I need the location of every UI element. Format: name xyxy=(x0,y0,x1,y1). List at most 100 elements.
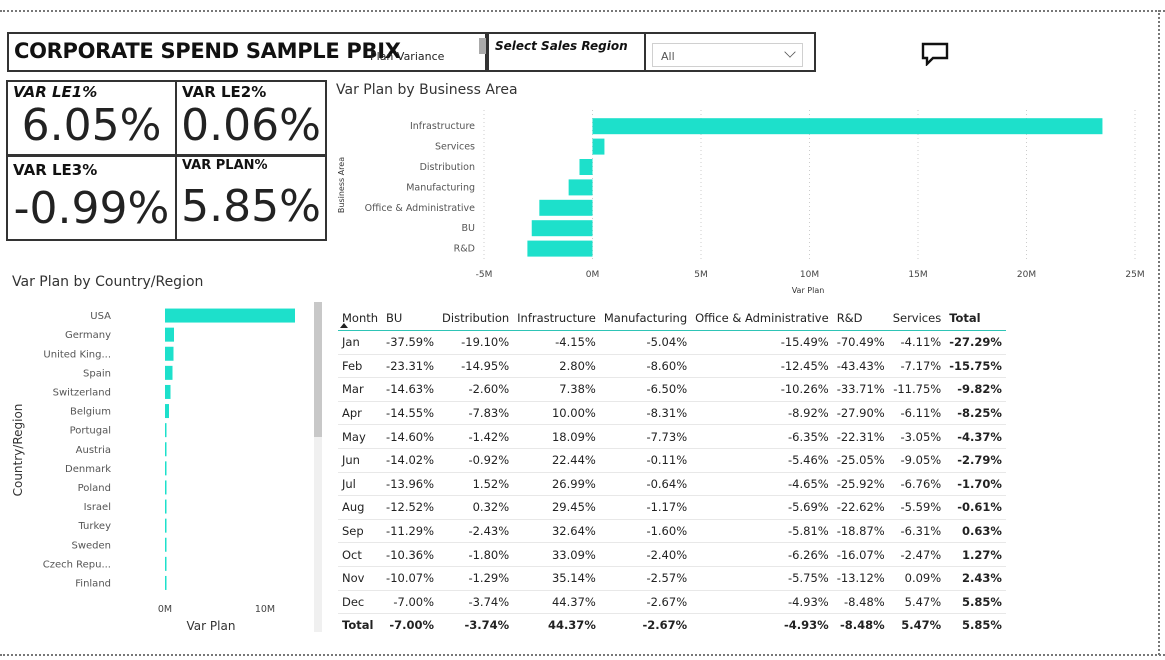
table-cell: -5.04% xyxy=(599,330,692,355)
table-cell: 44.37% xyxy=(513,590,600,615)
kpi-card-le2[interactable]: VAR LE2% 0.06% xyxy=(175,80,327,156)
table-cell: -9.82% xyxy=(945,377,1006,402)
table-row[interactable]: Jan -37.59% -19.10% -4.15% -5.04% -15.49% -70.… xyxy=(338,330,1006,355)
table-cell: -9.05% xyxy=(888,448,946,473)
table-cell: May xyxy=(338,424,383,449)
table-cell: 33.09% xyxy=(513,542,600,567)
table-row[interactable]: May -14.60% -1.42% 18.09% -7.73% -6.35% -22.31… xyxy=(338,424,1006,449)
table-cell: -7.17% xyxy=(888,354,946,379)
kpi-card-le1[interactable]: VAR LE1% 6.05% xyxy=(6,80,177,156)
table-cell: -2.79% xyxy=(945,448,1006,473)
region-dropdown[interactable]: All xyxy=(652,43,803,67)
table-cell: 10.00% xyxy=(513,401,600,426)
table-cell: -7.00% xyxy=(382,613,439,637)
y-category-label: Infrastructure xyxy=(410,121,475,132)
table-cell: 18.09% xyxy=(513,424,600,449)
column-header-services[interactable]: Services xyxy=(889,306,946,331)
column-header-bu[interactable]: BU xyxy=(382,306,438,331)
title-scrollbar[interactable] xyxy=(479,38,486,54)
y-category-label: Austria xyxy=(76,445,111,456)
table-cell: -12.45% xyxy=(691,354,833,379)
table-cell: -15.75% xyxy=(945,354,1006,379)
table-row[interactable]: Apr -14.55% -7.83% 10.00% -8.31% -8.92% -27.90… xyxy=(338,401,1006,426)
y-axis-title: Country/Region xyxy=(11,404,25,497)
table-cell: Jun xyxy=(338,448,383,473)
table-cell: 5.47% xyxy=(888,590,946,615)
table-cell: -4.15% xyxy=(513,330,600,355)
table-cell: Mar xyxy=(338,377,383,402)
x-tick-label: 5M xyxy=(694,270,708,280)
y-category-label: Sweden xyxy=(71,540,111,551)
table-cell: -27.29% xyxy=(945,330,1006,355)
bar-belgium xyxy=(165,404,169,419)
table-cell: -2.60% xyxy=(438,377,514,402)
bar-denmark xyxy=(165,461,167,476)
y-category-label: Poland xyxy=(78,483,111,494)
table-cell: 2.43% xyxy=(945,566,1006,591)
region-dropdown-value: All xyxy=(661,50,675,63)
table-row[interactable]: Dec -7.00% -3.74% 44.37% -2.67% -4.93% -8.48% 5… xyxy=(338,590,1006,615)
column-header-office-administrative[interactable]: Office & Administrative xyxy=(691,306,833,331)
y-category-label: Manufacturing xyxy=(406,182,475,193)
bar-switzerland xyxy=(165,384,171,399)
table-cell: -16.07% xyxy=(832,542,889,567)
table-cell: 44.37% xyxy=(513,613,600,637)
table-row[interactable]: Aug -12.52% 0.32% 29.45% -1.17% -5.69% -22.62%… xyxy=(338,495,1006,520)
table-cell: -3.74% xyxy=(438,590,514,615)
table-scrollbar-thumb[interactable] xyxy=(314,302,322,437)
table-row[interactable]: Jul -13.96% 1.52% 26.99% -0.64% -4.65% -25.92%… xyxy=(338,472,1006,497)
kpi-card-plan[interactable]: VAR PLAN% 5.85% xyxy=(175,155,327,241)
table-cell: -19.10% xyxy=(438,330,514,355)
table-cell: Total xyxy=(338,613,383,637)
column-header-distribution[interactable]: Distribution xyxy=(438,306,513,331)
table-cell: -14.60% xyxy=(382,424,439,449)
y-category-label: Services xyxy=(435,142,475,153)
table-total-row[interactable]: Total -7.00% -3.74% 44.37% -2.67% -4.93% -8.48… xyxy=(338,613,1006,637)
table-cell: Jan xyxy=(338,330,383,355)
column-header-manufacturing[interactable]: Manufacturing xyxy=(600,306,691,331)
column-header-month[interactable]: Month xyxy=(338,306,382,331)
x-tick-label: 25M xyxy=(1125,270,1144,280)
bar-israel xyxy=(165,499,167,514)
table-cell: Nov xyxy=(338,566,383,591)
table-cell: -22.31% xyxy=(832,424,889,449)
table-header-row: Month BU Distribution Infrastructure Manufac… xyxy=(338,306,1006,331)
kpi-value: 6.05% xyxy=(21,100,162,151)
table-row[interactable]: Oct -10.36% -1.80% 33.09% -2.40% -6.26% -16.07… xyxy=(338,542,1006,567)
table-cell: 26.99% xyxy=(513,472,600,497)
bar-sweden xyxy=(165,537,167,552)
table-row[interactable]: Mar -14.63% -2.60% 7.38% -6.50% -10.26% -33.71… xyxy=(338,377,1006,402)
y-category-label: Portugal xyxy=(70,426,111,437)
table-row[interactable]: Nov -10.07% -1.29% 35.14% -2.57% -5.75% -13.12… xyxy=(338,566,1006,591)
x-tick-label: 20M xyxy=(1017,270,1036,280)
kpi-value: 0.06% xyxy=(181,100,321,151)
table-cell: 7.38% xyxy=(513,377,600,402)
column-header-infrastructure[interactable]: Infrastructure xyxy=(513,306,600,331)
x-tick-label: -5M xyxy=(476,270,493,280)
table-row[interactable]: Jun -14.02% -0.92% 22.44% -0.11% -5.46% -25.05… xyxy=(338,448,1006,473)
bar-portugal xyxy=(165,423,167,438)
table-cell: -0.92% xyxy=(438,448,514,473)
table-cell: -2.43% xyxy=(438,519,514,544)
column-header-r-d[interactable]: R&D xyxy=(833,306,889,331)
bar-manufacturing xyxy=(568,179,593,196)
comment-icon[interactable] xyxy=(921,42,949,66)
bar-poland xyxy=(165,480,167,495)
table-row[interactable]: Feb -23.31% -14.95% 2.80% -8.60% -12.45% -43.4… xyxy=(338,354,1006,379)
canvas-top-border xyxy=(0,10,1165,12)
kpi-card-le3[interactable]: VAR LE3% -0.99% xyxy=(6,155,177,241)
table-cell: 0.32% xyxy=(438,495,514,520)
table-cell: -5.59% xyxy=(888,495,946,520)
column-header-total[interactable]: Total xyxy=(945,306,1006,331)
table-cell: -4.93% xyxy=(691,590,833,615)
table-cell: -2.67% xyxy=(599,590,692,615)
table-cell: -6.11% xyxy=(888,401,946,426)
table-row[interactable]: Sep -11.29% -2.43% 32.64% -1.60% -5.81% -18.87… xyxy=(338,519,1006,544)
bar-r-d xyxy=(527,240,593,257)
x-tick-label: 15M xyxy=(908,270,927,280)
table-cell: 0.09% xyxy=(888,566,946,591)
business-chart-title: Var Plan by Business Area xyxy=(336,82,518,98)
report-title-box: CORPORATE SPEND SAMPLE PBIX Plan Varianc… xyxy=(7,32,487,72)
table-cell: -6.76% xyxy=(888,472,946,497)
country-chart: 0M 10M USA Germany United King... Spain Switze… xyxy=(11,308,295,633)
